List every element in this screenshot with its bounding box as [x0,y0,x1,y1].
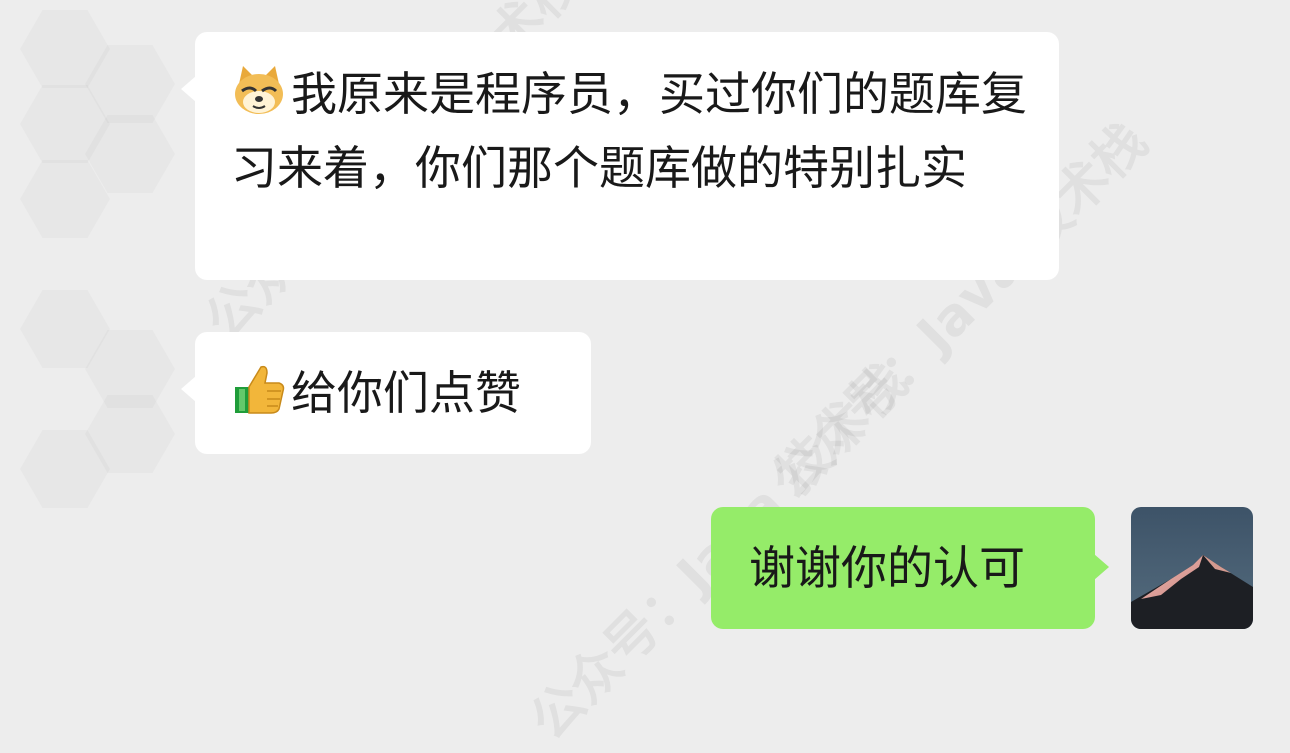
message-text: 给你们点赞 [231,360,521,434]
doge-face-icon [231,62,287,135]
bubble-tail [181,376,196,402]
message-bubble-incoming[interactable]: 我原来是程序员，买过你们的题库复习来着，你们那个题库做的特别扎实 [181,32,1059,280]
message-text-content: 谢谢你的认可 [749,541,1025,595]
avatar[interactable] [1131,507,1253,629]
message-text-content: 给你们点赞 [291,366,521,420]
message-text-content: 我原来是程序员，买过你们的题库复习来着，你们那个题库做的特别扎实 [231,67,1027,195]
background-pattern [0,0,180,560]
message-text: 我原来是程序员，买过你们的题库复习来着，你们那个题库做的特别扎实 [231,61,1031,201]
bubble-tail [181,76,196,102]
message-bubble-outgoing[interactable]: 谢谢你的认可 [711,507,1109,629]
thumbs-up-icon [231,361,287,434]
message-bubble-incoming[interactable]: 给你们点赞 [181,332,591,454]
bubble-tail [1094,554,1109,580]
